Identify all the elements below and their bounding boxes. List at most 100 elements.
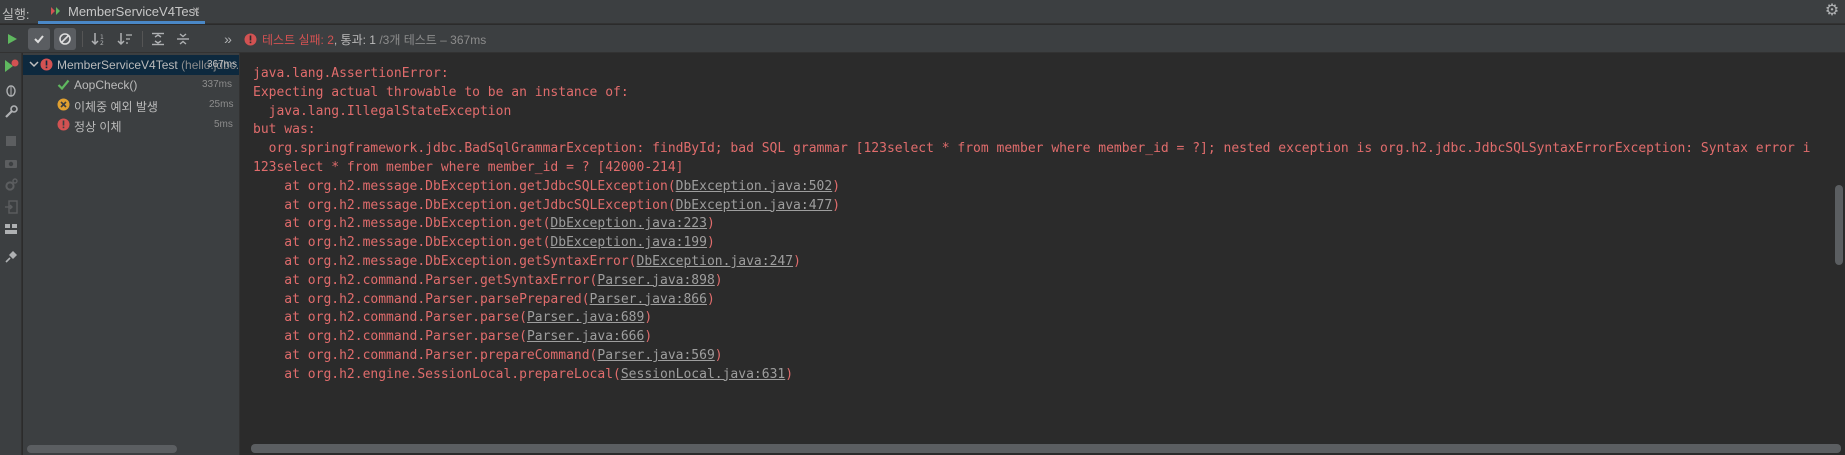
passed-count-text: , 통과: 1 — [333, 33, 376, 47]
console-line: at org.h2.command.Parser.parse(Parser.ja… — [253, 329, 652, 344]
wrench-icon — [5, 105, 18, 118]
expand-all-icon — [152, 32, 164, 46]
console-line: at org.h2.command.Parser.prepareCommand(… — [253, 348, 723, 363]
play-icon — [8, 34, 17, 44]
bug-icon — [6, 85, 16, 97]
expand-all-button[interactable] — [147, 28, 169, 50]
console-line: at org.h2.message.DbException.getSyntaxE… — [253, 254, 801, 269]
source-link[interactable]: DbException.java:247 — [637, 254, 794, 269]
source-link[interactable]: Parser.java:689 — [527, 310, 644, 325]
sort-alpha-icon: 12 — [91, 33, 104, 46]
test-runner-toolbar: 12 » 테스트 실패: 2, 통과: 1 /3개 테스트 – 367ms — [0, 25, 1845, 53]
source-link[interactable]: SessionLocal.java:631 — [621, 367, 785, 382]
stack-frame-suffix: ) — [706, 235, 715, 251]
stack-frame-suffix: ) — [832, 178, 841, 194]
source-link[interactable]: DbException.java:477 — [676, 198, 833, 213]
console-line: at org.h2.command.Parser.parsePrepared(P… — [253, 291, 715, 307]
console-line: Expecting actual throwable to be an inst… — [253, 84, 629, 100]
tab-member-service-v4-test[interactable]: MemberServiceV4Test × — [38, 0, 205, 24]
test-class-name: MemberServiceV4Test — [57, 58, 178, 72]
stack-frame-suffix: ) — [832, 197, 841, 213]
console-line: at org.h2.message.DbException.getJdbcSQL… — [253, 198, 840, 213]
stack-frame-text: at org.h2.message.DbException.get( — [253, 235, 551, 251]
source-link[interactable]: Parser.java:569 — [597, 348, 714, 363]
run-side-toolbar — [0, 53, 22, 455]
test-results-tree: MemberServiceV4Test (hello.jdbc.service)… — [23, 53, 240, 455]
test-passed-icon — [57, 79, 70, 91]
debug-button[interactable] — [3, 82, 19, 98]
console-line: at org.h2.message.DbException.get(DbExce… — [253, 235, 715, 250]
more-actions-button[interactable]: » — [220, 28, 236, 50]
source-link[interactable]: DbException.java:199 — [550, 235, 707, 250]
console-vertical-scrollbar[interactable] — [1835, 185, 1843, 265]
test-run-config-icon — [51, 7, 60, 15]
pin-tab-button[interactable] — [3, 249, 19, 265]
stack-frame-text: at org.h2.engine.SessionLocal.prepareLoc… — [253, 366, 621, 382]
exit-button[interactable] — [3, 199, 19, 215]
stack-frame-text: at org.h2.command.Parser.prepareCommand( — [253, 348, 598, 363]
tree-item-normal-transfer[interactable]: 정상 이체 5ms — [23, 115, 239, 135]
tree-root-row[interactable]: MemberServiceV4Test (hello.jdbc.service)… — [23, 55, 239, 75]
stack-frame-suffix: ) — [706, 291, 715, 307]
failed-count-text: 테스트 실패: 2 — [262, 33, 334, 47]
pin-icon — [5, 251, 17, 263]
rerun-button[interactable] — [1, 28, 23, 50]
total-tests-text: /3개 테스트 – 367ms — [379, 33, 487, 47]
rerun-failed-button[interactable] — [3, 58, 19, 74]
sort-alphabetically-button[interactable]: 12 — [88, 28, 110, 50]
source-link[interactable]: DbException.java:223 — [550, 216, 707, 231]
collapse-all-icon — [177, 33, 189, 45]
stop-button[interactable] — [3, 133, 19, 149]
close-icon[interactable]: × — [192, 2, 200, 18]
settings-wrench-button[interactable] — [3, 104, 19, 120]
chevron-down-icon[interactable] — [29, 59, 39, 69]
ignored-icon — [59, 33, 71, 45]
screenshot-button[interactable] — [3, 155, 19, 171]
console-horizontal-scrollbar[interactable] — [251, 444, 1841, 453]
cogs-icon — [5, 178, 18, 191]
source-link[interactable]: Parser.java:666 — [527, 329, 644, 344]
console-line: at org.h2.command.Parser.parse(Parser.ja… — [253, 310, 652, 325]
console-output[interactable]: at org.h2.engine.SessionLocal.prepareLoc… — [241, 53, 1845, 455]
check-icon — [34, 35, 44, 44]
sort-duration-icon — [117, 33, 132, 46]
source-link[interactable]: DbException.java:502 — [676, 179, 833, 194]
stack-frame-text: at org.h2.command.Parser.getSyntaxError( — [253, 272, 598, 288]
run-label: 실행: — [2, 7, 30, 22]
stack-frame-suffix: ) — [644, 329, 653, 345]
stack-frame-text: at org.h2.command.Parser.parsePrepared( — [253, 291, 590, 307]
tree-item-aopcheck[interactable]: AopCheck() 337ms — [23, 75, 239, 95]
error-icon — [244, 33, 257, 46]
test-duration: 5ms — [214, 119, 233, 130]
layout-button[interactable] — [3, 221, 19, 237]
tab-title: MemberServiceV4Test — [68, 4, 199, 19]
test-failed-icon — [57, 118, 70, 131]
show-passed-toggle[interactable] — [28, 28, 50, 50]
run-tool-window-tabbar: 실행: MemberServiceV4Test × ⚙ — [0, 0, 1845, 24]
collapse-all-button[interactable] — [172, 28, 194, 50]
test-method-name: AopCheck() — [74, 78, 138, 92]
settings-button[interactable] — [3, 177, 19, 193]
console-line: at org.h2.engine.SessionLocal.prepareLoc… — [253, 367, 793, 382]
tree-horizontal-scrollbar[interactable] — [27, 445, 177, 453]
camera-icon — [5, 160, 17, 168]
source-link[interactable]: Parser.java:866 — [590, 292, 707, 307]
gear-icon[interactable]: ⚙ — [1823, 2, 1841, 20]
layout-icon — [5, 224, 17, 234]
stack-frame-text: at org.h2.message.DbException.getJdbcSQL… — [253, 197, 676, 213]
stack-frame-suffix: ) — [714, 348, 723, 363]
console-line: org.springframework.jdbc.BadSqlGrammarEx… — [253, 141, 1811, 157]
test-failed-icon — [40, 58, 53, 71]
console-line: at org.h2.command.Parser.getSyntaxError(… — [253, 272, 722, 288]
stack-frame-text: at org.h2.message.DbException.get( — [253, 216, 551, 232]
console-line: 123select * from member where member_id … — [253, 160, 684, 175]
show-ignored-toggle[interactable] — [54, 28, 76, 50]
tree-item-transfer-exception[interactable]: 이체중 예외 발생 25ms — [23, 95, 239, 115]
test-method-name: 이체중 예외 발생 — [74, 100, 158, 114]
stack-frame-text: at org.h2.command.Parser.parse( — [253, 329, 527, 345]
source-link[interactable]: Parser.java:898 — [597, 273, 714, 288]
rerun-failed-icon — [5, 59, 19, 72]
console-line: java.lang.AssertionError: — [253, 66, 449, 81]
sort-by-duration-button[interactable] — [114, 28, 136, 50]
stack-frame-text: at org.h2.message.DbException.getSyntaxE… — [253, 254, 637, 269]
